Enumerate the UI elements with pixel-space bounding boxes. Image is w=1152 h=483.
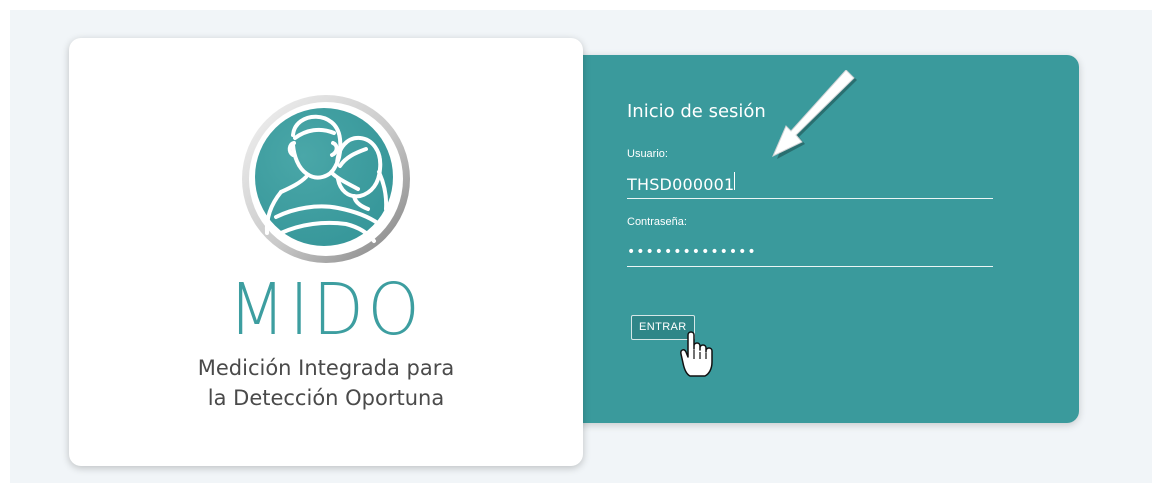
password-input[interactable] — [627, 238, 993, 267]
arrow-pointer-icon — [770, 69, 860, 162]
brand-tagline-line-2: la Detección Oportuna — [207, 386, 445, 410]
brand-name: MIDO — [228, 267, 424, 352]
username-input[interactable] — [627, 170, 993, 199]
brand-tagline-line-1: Medición Integrada para — [197, 356, 455, 380]
family-logo-icon — [234, 91, 414, 271]
username-label: Usuario: — [627, 148, 668, 160]
logo-card: MIDO Medición Integrada para la Detecció… — [69, 38, 583, 466]
password-label: Contraseña: — [627, 216, 687, 228]
brand-tagline: Medición Integrada para la Detección Opo… — [69, 353, 583, 413]
hand-cursor-icon — [676, 328, 718, 380]
text-caret — [734, 172, 735, 190]
login-title: Inicio de sesión — [627, 101, 766, 122]
